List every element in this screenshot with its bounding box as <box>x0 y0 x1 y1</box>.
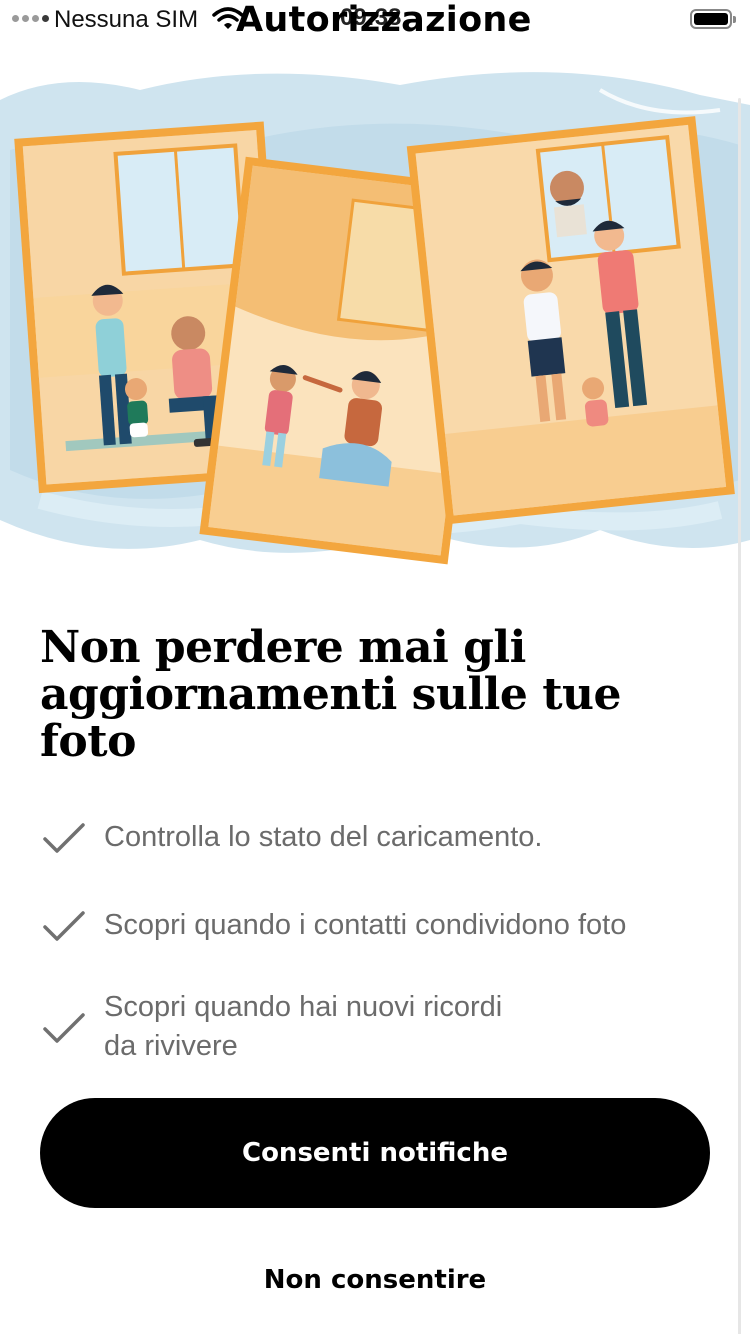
permission-screen: Nessuna SIM 09:38 Autorizzazione Non per… <box>0 0 750 1334</box>
carrier-label: Nessuna SIM <box>54 6 199 33</box>
battery-full-icon <box>690 9 736 29</box>
scrollbar[interactable] <box>738 98 741 1334</box>
feature-text-line: Scopri quando i contatti condividono fot… <box>104 909 627 941</box>
checkmark-icon <box>42 822 86 860</box>
feature-text-line: Controlla lo stato del caricamento. <box>104 821 543 853</box>
checkmark-icon <box>42 1012 86 1050</box>
signal-dots-icon <box>12 15 49 22</box>
family-photo-collage-illustration <box>0 72 750 565</box>
title-line-1: Non perdere mai gli <box>40 622 526 673</box>
title-line-3: foto <box>40 716 136 767</box>
nav-title: Autorizzazione <box>236 0 532 40</box>
checkmark-icon <box>42 910 86 948</box>
feature-text: Controlla lo stato del caricamento. <box>104 818 724 857</box>
feature-text-line: da rivivere <box>104 1030 238 1062</box>
page-title: Non perdere mai gli aggiornamenti sulle … <box>40 624 700 765</box>
dont-allow-button[interactable]: Non consentire <box>225 1254 525 1306</box>
photo-card-right <box>406 116 735 525</box>
allow-notifications-button[interactable]: Consenti notifiche <box>40 1098 710 1208</box>
feature-text: Scopri quando hai nuovi ricordi da riviv… <box>104 988 724 1066</box>
feature-text: Scopri quando i contatti condividono fot… <box>104 906 724 945</box>
feature-text-line: Scopri quando hai nuovi ricordi <box>104 991 503 1023</box>
status-bar: Nessuna SIM 09:38 Autorizzazione <box>0 0 750 44</box>
title-line-2: aggiornamenti sulle tue <box>40 669 622 720</box>
